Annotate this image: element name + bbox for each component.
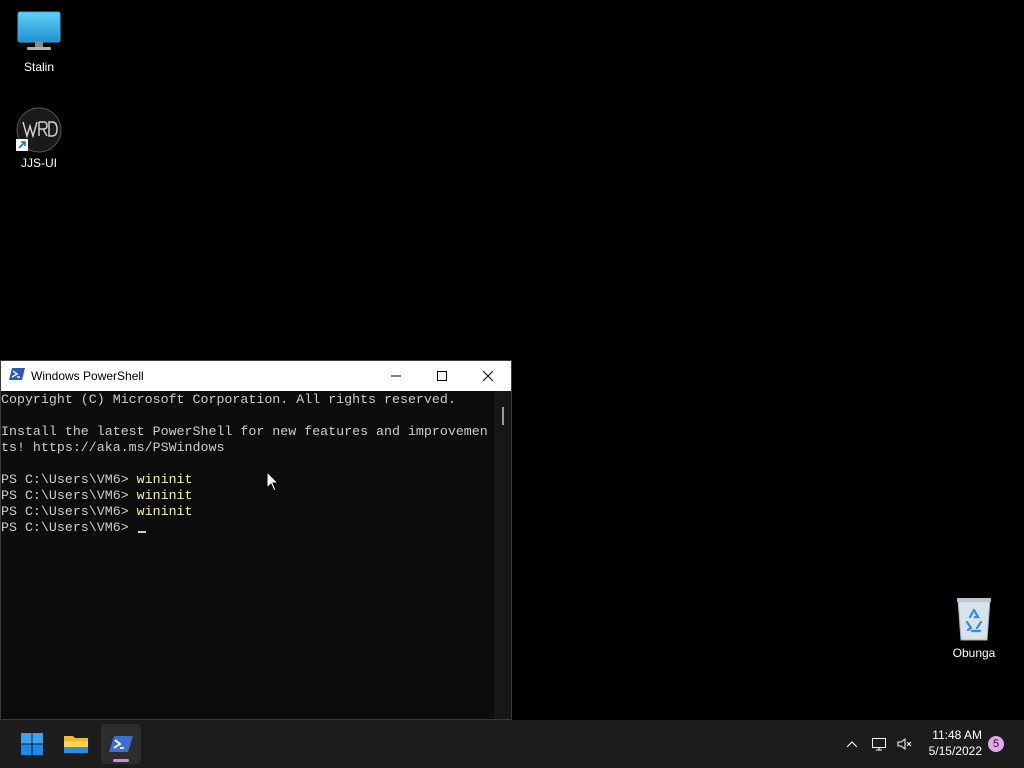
- desktop-icon-label: JJS-UI: [21, 156, 57, 170]
- powershell-icon: [109, 736, 133, 752]
- console-install-url-line: ts! https://aka.ms/PSWindows: [1, 440, 225, 455]
- chevron-up-icon: [846, 741, 858, 748]
- console-scrollbar[interactable]: [494, 391, 511, 719]
- text-cursor: [137, 531, 146, 533]
- network-icon: [872, 738, 886, 751]
- console-command: wininit: [136, 504, 193, 519]
- taskbar-powershell[interactable]: [101, 724, 141, 764]
- scrollbar-thumb[interactable]: [502, 407, 504, 425]
- minimize-button[interactable]: [373, 361, 419, 391]
- tray-overflow-button[interactable]: [842, 720, 862, 768]
- active-indicator: [113, 759, 129, 762]
- windows-start-icon: [21, 733, 43, 755]
- desktop-icon-jjs-ui[interactable]: JJS-UI: [1, 106, 77, 170]
- taskbar: 11:48 AM 5/15/2022 5: [0, 720, 1024, 768]
- notification-badge[interactable]: 5: [988, 736, 1004, 752]
- desktop-icon-label: Obunga: [952, 646, 996, 660]
- clock-time: 11:48 AM: [932, 728, 982, 742]
- minimize-icon: [391, 375, 401, 377]
- console-prompt: PS C:\Users\VM6>: [1, 504, 137, 519]
- volume-muted-icon: [897, 738, 912, 750]
- desktop-icon-stalin[interactable]: Stalin: [1, 10, 77, 74]
- maximize-icon: [437, 371, 447, 381]
- recycle-bin-icon: [950, 596, 998, 644]
- console-prompt: PS C:\Users\VM6>: [1, 472, 137, 487]
- console-command: wininit: [136, 488, 193, 503]
- tray-volume[interactable]: [895, 720, 915, 768]
- start-button[interactable]: [12, 724, 52, 764]
- shortcut-icon: [15, 106, 63, 154]
- taskbar-clock[interactable]: 11:48 AM 5/15/2022: [929, 727, 982, 759]
- tray-network[interactable]: [869, 720, 889, 768]
- console-prompt: PS C:\Users\VM6>: [1, 520, 137, 535]
- monitor-icon: [15, 10, 63, 58]
- console-command: wininit: [136, 472, 193, 487]
- console-install-line: Install the latest PowerShell for new fe…: [1, 424, 488, 439]
- console-prompt: PS C:\Users\VM6>: [1, 488, 137, 503]
- window-title: Windows PowerShell: [31, 369, 144, 383]
- desktop-icon-obunga[interactable]: Obunga: [936, 596, 1012, 660]
- file-explorer-icon: [64, 736, 88, 753]
- window-titlebar[interactable]: Windows PowerShell: [1, 361, 511, 391]
- desktop-icon-label: Stalin: [23, 60, 55, 74]
- powershell-window[interactable]: Windows PowerShell Copyright (C) Microso…: [0, 360, 512, 720]
- clock-date: 5/15/2022: [928, 744, 982, 758]
- console-copyright: Copyright (C) Microsoft Corporation. All…: [1, 392, 456, 407]
- mouse-pointer-icon: [266, 470, 280, 498]
- close-button[interactable]: [465, 361, 511, 391]
- close-icon: [482, 370, 494, 382]
- desktop: Stalin JJS-UI Obunga Windows PowerShell …: [0, 0, 1024, 720]
- powershell-icon: [9, 367, 25, 386]
- taskbar-file-explorer[interactable]: [56, 724, 96, 764]
- maximize-button[interactable]: [419, 361, 465, 391]
- console-output[interactable]: Copyright (C) Microsoft Corporation. All…: [1, 391, 494, 719]
